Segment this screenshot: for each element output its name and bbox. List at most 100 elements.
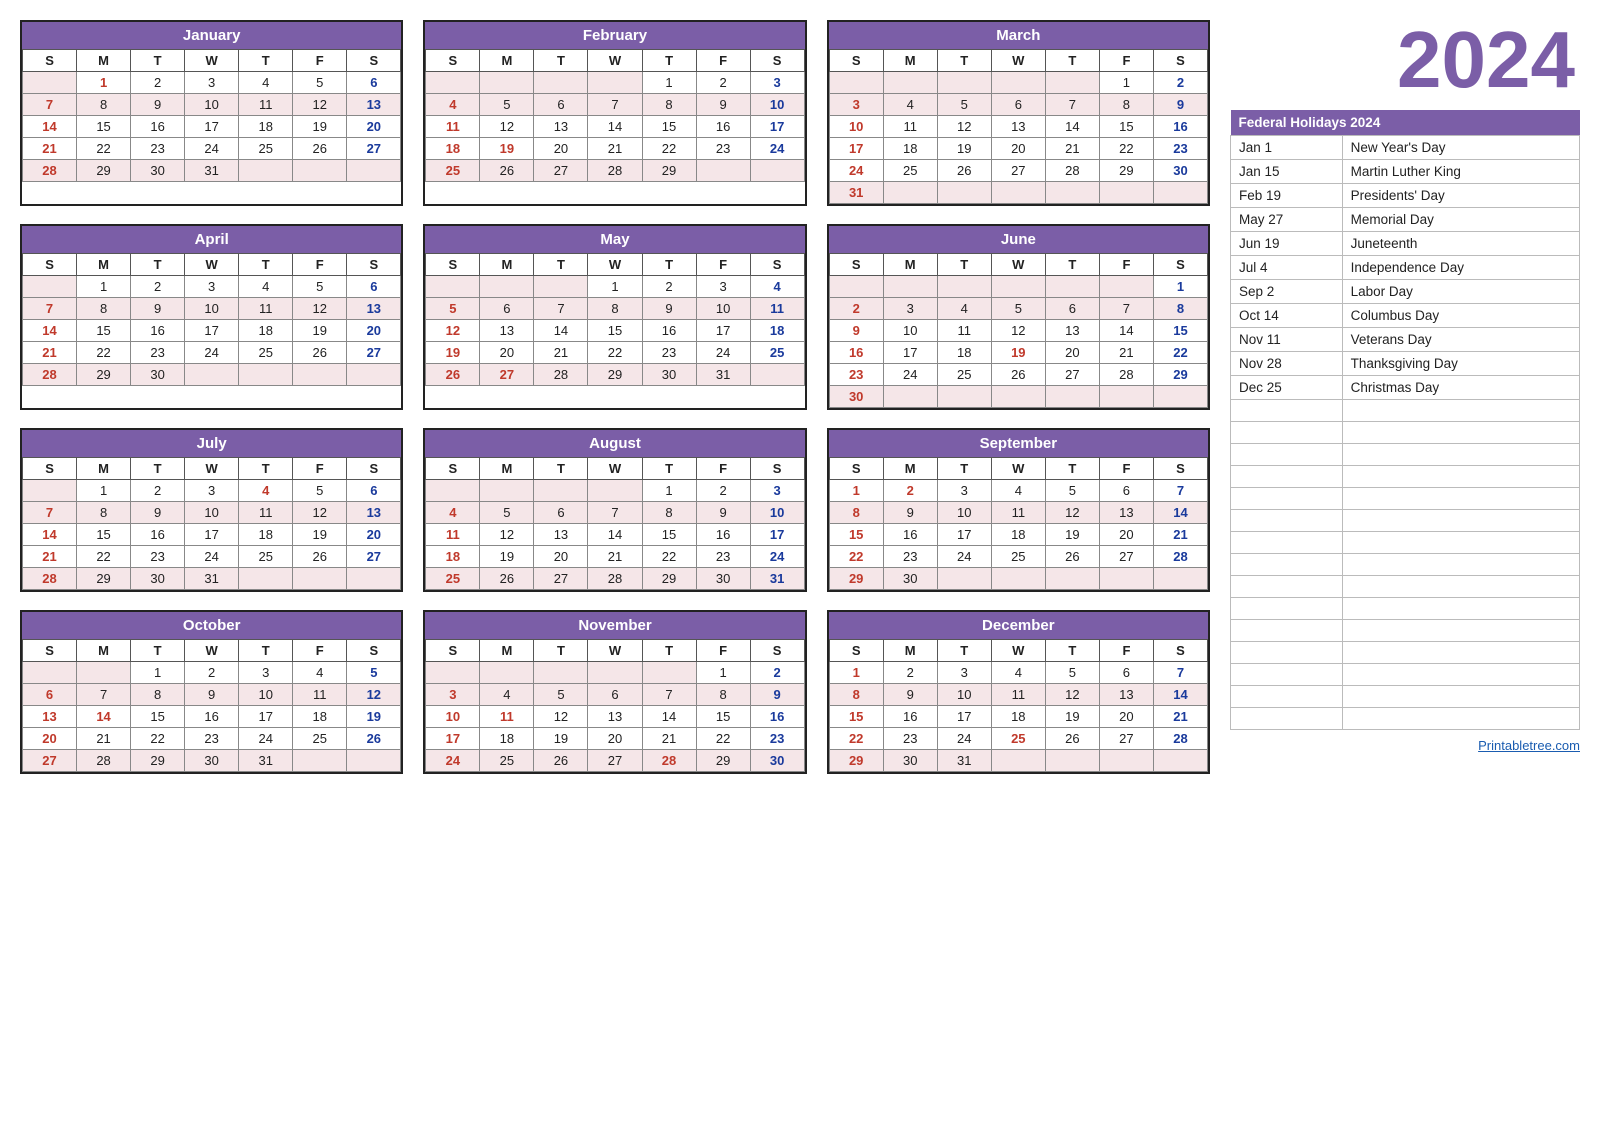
day-header: S xyxy=(426,254,480,276)
calendar-day: 20 xyxy=(991,138,1045,160)
calendar-day xyxy=(534,276,588,298)
calendar-day: 19 xyxy=(937,138,991,160)
calendar-day xyxy=(750,364,804,386)
holiday-date: Jun 19 xyxy=(1231,232,1343,256)
calendar-day: 20 xyxy=(1099,524,1153,546)
calendar-day: 20 xyxy=(347,116,401,138)
calendar-day: 25 xyxy=(991,728,1045,750)
calendar-day: 15 xyxy=(77,116,131,138)
month-block-march: MarchSMTWTFS1234567891011121314151617181… xyxy=(827,20,1210,206)
calendar-day xyxy=(883,276,937,298)
calendar-day: 24 xyxy=(696,342,750,364)
calendar-day xyxy=(588,72,642,94)
calendar-day: 27 xyxy=(534,568,588,590)
calendar-day xyxy=(347,160,401,182)
day-header: S xyxy=(829,640,883,662)
calendar-day: 7 xyxy=(23,298,77,320)
calendar-day xyxy=(293,568,347,590)
holiday-name: Thanksgiving Day xyxy=(1342,352,1579,376)
holiday-date: Jan 1 xyxy=(1231,136,1343,160)
month-table: SMTWTFS123456789101112131415161718192021… xyxy=(829,639,1208,772)
month-table: SMTWTFS123456789101112131415161718192021… xyxy=(425,639,804,772)
blank-cell xyxy=(1342,598,1579,620)
calendar-day: 21 xyxy=(588,546,642,568)
calendar-day: 2 xyxy=(642,276,696,298)
calendar-day: 20 xyxy=(588,728,642,750)
calendar-day: 11 xyxy=(426,524,480,546)
calendar-day: 15 xyxy=(696,706,750,728)
calendar-day: 30 xyxy=(185,750,239,772)
calendar-day: 26 xyxy=(480,568,534,590)
calendar-day: 17 xyxy=(937,524,991,546)
printabletree-link[interactable]: Printabletree.com xyxy=(1230,738,1580,753)
calendar-day: 28 xyxy=(588,160,642,182)
calendar-day: 17 xyxy=(829,138,883,160)
day-header: F xyxy=(1099,50,1153,72)
day-header: T xyxy=(131,50,185,72)
day-header: S xyxy=(347,640,401,662)
holiday-date: Feb 19 xyxy=(1231,184,1343,208)
calendar-day: 22 xyxy=(696,728,750,750)
calendar-day: 30 xyxy=(131,568,185,590)
holiday-date: Nov 28 xyxy=(1231,352,1343,376)
calendar-day xyxy=(426,276,480,298)
calendar-day: 19 xyxy=(293,524,347,546)
calendar-day: 27 xyxy=(480,364,534,386)
blank-cell xyxy=(1231,488,1343,510)
calendar-day: 22 xyxy=(829,728,883,750)
calendar-day: 21 xyxy=(1153,524,1207,546)
blank-cell xyxy=(1231,686,1343,708)
calendar-day: 15 xyxy=(642,524,696,546)
calendar-day: 3 xyxy=(426,684,480,706)
month-block-august: AugustSMTWTFS123456789101112131415161718… xyxy=(423,428,806,592)
calendar-day: 27 xyxy=(347,546,401,568)
calendar-day: 16 xyxy=(642,320,696,342)
month-table: SMTWTFS123456789101112131415161718192021… xyxy=(22,639,401,772)
calendar-day xyxy=(239,364,293,386)
day-header: S xyxy=(347,50,401,72)
day-header: T xyxy=(1045,254,1099,276)
calendar-day: 4 xyxy=(239,480,293,502)
calendar-day: 4 xyxy=(480,684,534,706)
calendar-day: 27 xyxy=(23,750,77,772)
calendar-day: 9 xyxy=(696,502,750,524)
calendar-section: JanuarySMTWTFS12345678910111213141516171… xyxy=(20,20,1210,1111)
calendar-day: 2 xyxy=(883,662,937,684)
day-header: M xyxy=(883,458,937,480)
blank-cell xyxy=(1342,466,1579,488)
calendar-day: 4 xyxy=(426,94,480,116)
day-header: S xyxy=(426,640,480,662)
calendar-day: 5 xyxy=(293,480,347,502)
calendar-day: 4 xyxy=(239,276,293,298)
calendar-day: 29 xyxy=(1099,160,1153,182)
day-header: S xyxy=(1153,254,1207,276)
calendar-day: 2 xyxy=(185,662,239,684)
calendar-day: 11 xyxy=(480,706,534,728)
day-header: T xyxy=(642,50,696,72)
calendar-day xyxy=(1045,276,1099,298)
month-block-april: AprilSMTWTFS1234567891011121314151617181… xyxy=(20,224,403,410)
day-header: S xyxy=(829,50,883,72)
month-header: September xyxy=(829,430,1208,457)
calendar-day: 4 xyxy=(991,480,1045,502)
calendar-day: 28 xyxy=(1099,364,1153,386)
calendar-day: 3 xyxy=(185,276,239,298)
calendar-day: 12 xyxy=(1045,684,1099,706)
calendar-day: 22 xyxy=(131,728,185,750)
calendar-day: 31 xyxy=(829,182,883,204)
day-header: T xyxy=(642,254,696,276)
day-header: S xyxy=(1153,50,1207,72)
calendar-day: 26 xyxy=(480,160,534,182)
calendar-day: 3 xyxy=(937,662,991,684)
day-header: W xyxy=(185,254,239,276)
calendar-day: 24 xyxy=(185,342,239,364)
month-table: SMTWTFS123456789101112131415161718192021… xyxy=(829,253,1208,408)
calendar-day: 9 xyxy=(642,298,696,320)
calendar-day: 16 xyxy=(131,320,185,342)
calendar-day: 7 xyxy=(642,684,696,706)
calendar-day: 2 xyxy=(131,276,185,298)
calendar-day: 27 xyxy=(534,160,588,182)
day-header: S xyxy=(1153,458,1207,480)
calendar-day: 10 xyxy=(696,298,750,320)
calendar-day: 8 xyxy=(1153,298,1207,320)
